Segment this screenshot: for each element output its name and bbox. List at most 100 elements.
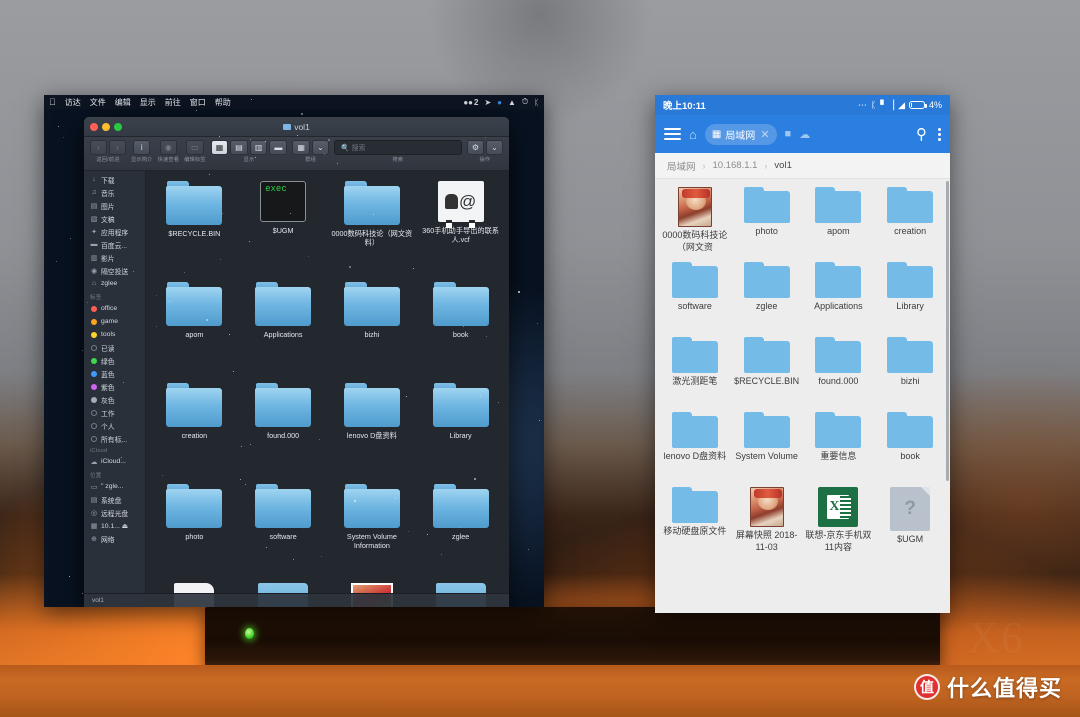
sidebar-item-远程光盘[interactable]: ◎ 远程光盘 (84, 506, 145, 519)
get-info-button[interactable]: i (133, 140, 151, 155)
arrange-button[interactable]: ▦ (292, 140, 310, 155)
sidebar-item-office[interactable]: office (84, 302, 145, 315)
close-icon[interactable]: ✕ (760, 128, 769, 141)
file-item[interactable]: creation (150, 381, 239, 482)
search-icon[interactable]: ⚲ (916, 125, 927, 143)
action-gear-button[interactable]: ⚙ (466, 140, 484, 155)
menu-finder[interactable]: 访达 (65, 97, 81, 108)
file-item[interactable]: $RECYCLE.BIN (150, 179, 239, 280)
file-item[interactable]: software (239, 482, 328, 583)
sidebar-item-所有标[interactable]: 所有标... (84, 432, 145, 445)
sidebar-item-隔空投送[interactable]: ◉ 隔空投送 (84, 264, 145, 277)
menu-edit[interactable]: 编辑 (115, 97, 131, 108)
sidebar-item-tools[interactable]: tools (84, 328, 145, 341)
menu-go[interactable]: 前往 (165, 97, 181, 108)
sidebar-item-百度云[interactable]: ▬ 百度云... (84, 238, 145, 251)
sidebar-item-game[interactable]: game (84, 315, 145, 328)
sidebar-item-网络[interactable]: ⊕ 网络 (84, 532, 145, 545)
file-item[interactable]: book (874, 412, 946, 487)
file-item[interactable]: Applications (803, 262, 875, 337)
file-item[interactable]: zglee (416, 482, 505, 583)
menu-help[interactable]: 帮助 (215, 97, 231, 108)
sidebar-item-已读[interactable]: 已读 (84, 341, 145, 354)
file-item[interactable]: zglee (731, 262, 803, 337)
search-input[interactable]: 🔍 搜索 (333, 140, 462, 155)
file-item[interactable]: Library (874, 262, 946, 337)
sidebar-item-影片[interactable]: ▥ 影片 (84, 251, 145, 264)
menu-view[interactable]: 显示 (140, 97, 156, 108)
file-item[interactable]: 0000数码科技论（网文资料） (328, 179, 417, 280)
file-item[interactable]: lenovo D盘资料 (328, 381, 417, 482)
bluetooth-icon[interactable]: ᛕ (534, 98, 539, 107)
action-chevron-down-icon[interactable]: ⌄ (486, 140, 503, 155)
cloud-icon[interactable]: ☁ (799, 128, 810, 141)
sidebar-item-zglee[interactable]: ⌂ zglee (84, 277, 145, 290)
file-item[interactable]: X 联想-京东手机双11内容 (803, 487, 875, 562)
file-item[interactable]: apom (150, 280, 239, 381)
file-item[interactable]: exec $UGM (239, 179, 328, 280)
forward-button[interactable]: › (109, 140, 126, 155)
scrollbar[interactable] (946, 181, 949, 481)
file-item[interactable]: found.000 (239, 381, 328, 482)
edit-tags-button[interactable]: ▭ (186, 140, 204, 155)
back-button[interactable]: ‹ (90, 140, 107, 155)
finder-titlebar[interactable]: vol1 (84, 117, 509, 137)
mountain-icon[interactable]: ▲ (508, 98, 516, 107)
finder-file-grid[interactable]: $RECYCLE.BIN exec $UGM 0000数码科技论（网文资料） @360手… (146, 171, 509, 607)
close-button[interactable] (90, 122, 98, 131)
file-item[interactable]: photo (150, 482, 239, 583)
file-item[interactable]: photo (731, 187, 803, 262)
file-item[interactable]: Library (416, 381, 505, 482)
sidebar-item-101[interactable]: ▦ 10.1... ⏏ (84, 519, 145, 532)
view-column-button[interactable]: ▥ (249, 140, 268, 155)
file-item[interactable]: $RECYCLE.BIN (731, 337, 803, 412)
file-item[interactable]: found.000 (803, 337, 875, 412)
sidebar-item-zgle[interactable]: ▭ " zgle... (84, 480, 145, 493)
chevron-down-icon[interactable]: ⌄ (311, 140, 329, 155)
sidebar-item-图片[interactable]: ▤ 图片 (84, 199, 145, 212)
file-item[interactable]: 屏幕快照 2018-11-03 (731, 487, 803, 562)
file-item[interactable]: 0000数码科技论（网文资 (659, 187, 731, 262)
sidebar-item-个人[interactable]: 个人 (84, 419, 145, 432)
file-item[interactable]: System Volume (731, 412, 803, 487)
file-item[interactable]: book (416, 280, 505, 381)
breadcrumb-item-0[interactable]: 局域网 (667, 159, 696, 173)
tab-lan[interactable]: ▦ 局域网 ✕ (704, 123, 777, 145)
home-icon[interactable]: ⌂ (689, 127, 697, 142)
dropbox-icon[interactable]: ➤ (484, 98, 491, 107)
breadcrumb-item-2[interactable]: vol1 (774, 160, 791, 171)
file-item[interactable]: bizhi (874, 337, 946, 412)
sidebar-item-音乐[interactable]: ♫ 音乐 (84, 186, 145, 199)
sidebar-item-蓝色[interactable]: 蓝色 (84, 367, 145, 380)
file-item[interactable]: @360手机助手导出的联系人.vcf (416, 179, 505, 280)
menu-window[interactable]: 窗口 (190, 97, 206, 108)
circle-blue-icon[interactable]: ● (497, 98, 502, 107)
file-item[interactable]: Applications (239, 280, 328, 381)
sidebar-item-下载[interactable]: ↓ 下载 (84, 173, 145, 186)
phone-file-grid[interactable]: 0000数码科技论（网文资 photo apom creation software zg… (655, 179, 950, 570)
device-icon[interactable]: ■ (785, 128, 792, 140)
wechat-icon[interactable]: ●● 2 (463, 98, 478, 107)
hamburger-icon[interactable] (664, 128, 681, 140)
file-item[interactable]: bizhi (328, 280, 417, 381)
sidebar-item-应用程序[interactable]: ✦ 应用程序 (84, 225, 145, 238)
minimize-button[interactable] (102, 122, 110, 131)
view-gallery-button[interactable]: ▬ (269, 140, 288, 155)
file-item[interactable]: creation (874, 187, 946, 262)
sidebar-item-系统盘[interactable]: ▤ 系统盘 (84, 493, 145, 506)
sidebar-item-紫色[interactable]: 紫色 (84, 380, 145, 393)
file-item[interactable]: 移动硬盘原文件 (659, 487, 731, 562)
kebab-menu-icon[interactable] (935, 127, 941, 141)
menu-file[interactable]: 文件 (90, 97, 106, 108)
sidebar-item-文稿[interactable]: ▧ 文稿 (84, 212, 145, 225)
file-item[interactable]: ? $UGM (874, 487, 946, 562)
quick-look-button[interactable]: ◉ (159, 140, 177, 155)
file-item[interactable]: System Volume Information (328, 482, 417, 583)
view-list-button[interactable]: ▤ (230, 140, 248, 155)
maximize-button[interactable] (114, 122, 122, 131)
file-item[interactable]: lenovo D盘资料 (659, 412, 731, 487)
file-item[interactable]: 激光测距笔 (659, 337, 731, 412)
file-item[interactable]: 重要信息 (803, 412, 875, 487)
apple-logo-icon[interactable]:  (49, 97, 56, 107)
view-icon-button[interactable]: ▦ (210, 140, 229, 155)
